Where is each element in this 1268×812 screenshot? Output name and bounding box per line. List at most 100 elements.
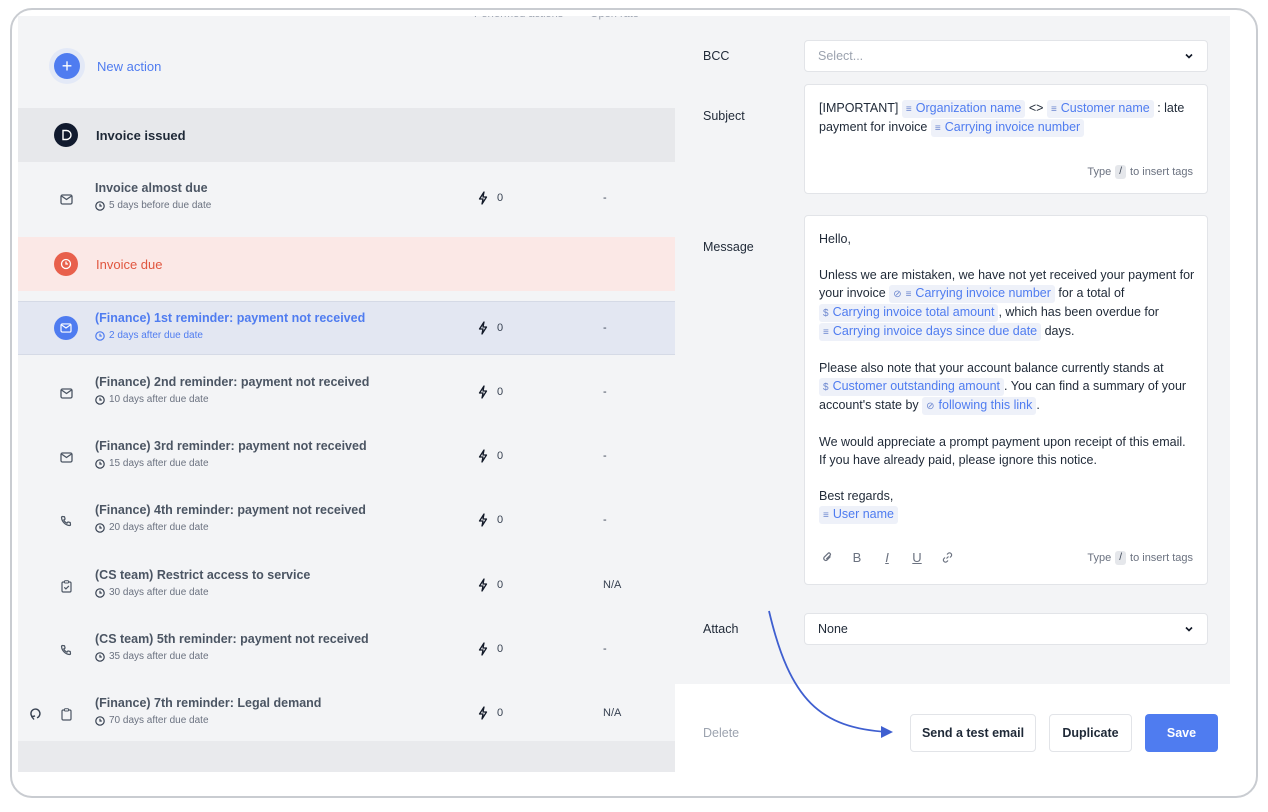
- save-button[interactable]: Save: [1145, 714, 1218, 752]
- performed-count: 0: [497, 707, 504, 719]
- attach-select[interactable]: None: [804, 613, 1208, 645]
- bolt-icon: [478, 449, 488, 463]
- new-action-button[interactable]: + New action: [54, 46, 161, 86]
- new-action-label: New action: [97, 58, 162, 74]
- subject-text: [IMPORTANT]: [819, 101, 899, 115]
- loop-icon[interactable]: [28, 706, 44, 722]
- action-title: (CS team) Restrict access to service: [95, 568, 311, 582]
- action-row[interactable]: Invoice almost due 5 days before due dat…: [18, 172, 675, 226]
- tag-customer-name[interactable]: ≡ Customer name: [1046, 100, 1154, 118]
- message-line: We would appreciate a prompt payment upo…: [819, 435, 1186, 449]
- performed-count: 0: [497, 450, 504, 462]
- action-row[interactable]: (Finance) 3rd reminder: payment not rece…: [18, 430, 675, 484]
- message-line: Please also note that your account balan…: [819, 361, 1164, 375]
- chevron-down-icon: [1185, 53, 1193, 59]
- action-row-selected[interactable]: (Finance) 1st reminder: payment not rece…: [18, 301, 675, 355]
- plus-icon: +: [54, 53, 80, 79]
- clock-icon: [95, 587, 105, 598]
- clock-icon: [95, 458, 105, 469]
- tag-following-this-link[interactable]: ⊘ following this link: [922, 397, 1037, 415]
- open-rate: -: [603, 386, 607, 398]
- tag-user-name[interactable]: ≡ User name: [819, 506, 898, 524]
- attach-label: Attach: [703, 622, 739, 636]
- action-timing: 10 days after due date: [109, 394, 209, 405]
- section-title: Invoice issued: [96, 127, 186, 143]
- bcc-label: BCC: [703, 49, 730, 63]
- timeline-end: [18, 741, 675, 772]
- message-greeting: Hello,: [819, 232, 851, 246]
- message-closing: Best regards,: [819, 489, 894, 503]
- message-editor[interactable]: Hello, Unless we are mistaken, we have n…: [804, 215, 1208, 585]
- insert-tags-hint: Type / to insert tags: [1087, 165, 1193, 179]
- action-row[interactable]: (CS team) 5th reminder: payment not rece…: [18, 623, 675, 677]
- column-header-performed-actions: Performed actions: [474, 16, 563, 24]
- action-row[interactable]: (Finance) 7th reminder: Legal demand 70 …: [18, 687, 675, 741]
- subject-text: : late: [1157, 101, 1185, 115]
- bolt-icon: [478, 385, 488, 399]
- chevron-down-icon: [1185, 626, 1193, 632]
- open-rate: -: [603, 192, 607, 204]
- attach-value: None: [818, 622, 848, 636]
- clock-icon: [95, 522, 105, 533]
- clock-icon: [95, 394, 105, 405]
- open-rate: -: [603, 514, 607, 526]
- tag-carrying-invoice-total-amount[interactable]: $ Carrying invoice total amount: [819, 304, 999, 322]
- tag-customer-outstanding-amount[interactable]: $ Customer outstanding amount: [819, 378, 1005, 396]
- underline-icon[interactable]: U: [909, 549, 925, 565]
- bcc-placeholder: Select...: [818, 49, 864, 63]
- action-title: (CS team) 5th reminder: payment not rece…: [95, 632, 369, 646]
- clock-icon: [95, 200, 105, 211]
- action-timing: 5 days before due date: [109, 200, 212, 211]
- bcc-select[interactable]: Select...: [804, 40, 1208, 72]
- subject-text: <>: [1028, 101, 1044, 115]
- action-title: (Finance) 4th reminder: payment not rece…: [95, 503, 366, 517]
- performed-count: 0: [497, 192, 504, 204]
- document-icon: [54, 123, 78, 147]
- italic-icon[interactable]: I: [879, 549, 895, 565]
- action-title: (Finance) 3rd reminder: payment not rece…: [95, 439, 367, 453]
- performed-count: 0: [497, 322, 504, 334]
- performed-count: 0: [497, 643, 504, 655]
- mail-icon: [54, 316, 78, 340]
- section-invoice-issued[interactable]: Invoice issued: [18, 108, 675, 162]
- delete-button[interactable]: Delete: [703, 726, 739, 740]
- mail-icon: [54, 445, 78, 469]
- performed-count: 0: [497, 579, 504, 591]
- action-row[interactable]: (Finance) 4th reminder: payment not rece…: [18, 494, 675, 548]
- bolt-icon: [478, 513, 488, 527]
- bolt-icon: [478, 321, 488, 335]
- clock-icon: [95, 715, 105, 726]
- section-title: Invoice due: [96, 256, 163, 272]
- action-timing: 70 days after due date: [109, 715, 209, 726]
- action-row[interactable]: (CS team) Restrict access to service 30 …: [18, 559, 675, 613]
- tag-organization-name[interactable]: ≡ Organization name: [901, 100, 1026, 118]
- open-rate: N/A: [603, 579, 622, 591]
- duplicate-button[interactable]: Duplicate: [1049, 714, 1132, 752]
- bolt-icon: [478, 191, 488, 205]
- subject-input[interactable]: [IMPORTANT] ≡ Organization name <> ≡ Custo…: [804, 84, 1208, 194]
- message-line: Unless we are mistaken, we have not yet …: [819, 268, 1195, 282]
- action-title: (Finance) 2nd reminder: payment not rece…: [95, 375, 370, 389]
- link-icon[interactable]: [939, 549, 955, 565]
- send-test-email-button[interactable]: Send a test email: [910, 714, 1036, 752]
- section-invoice-due[interactable]: Invoice due: [18, 237, 675, 291]
- tag-carrying-invoice-number[interactable]: ≡ Carrying invoice number: [930, 119, 1085, 137]
- action-title: (Finance) 7th reminder: Legal demand: [95, 696, 322, 710]
- open-rate: -: [603, 450, 607, 462]
- open-rate: -: [603, 322, 607, 334]
- action-row[interactable]: (Finance) 2nd reminder: payment not rece…: [18, 366, 675, 420]
- open-rate: N/A: [603, 707, 622, 719]
- clock-icon: [95, 651, 105, 662]
- insert-tags-hint: Type / to insert tags: [1087, 551, 1193, 565]
- tag-carrying-invoice-days-since-due-date[interactable]: ≡ Carrying invoice days since due date: [819, 323, 1042, 341]
- phone-icon: [54, 509, 78, 533]
- paperclip-icon[interactable]: [819, 549, 835, 565]
- action-timing: 2 days after due date: [109, 330, 203, 341]
- action-timing: 30 days after due date: [109, 587, 209, 598]
- open-rate: -: [603, 643, 607, 655]
- workflow-timeline-panel: Performed actions Open rate + New action…: [18, 16, 675, 772]
- action-editor-form: BCC Select... Subject [IMPORTANT] ≡ Organ…: [675, 16, 1230, 684]
- tag-carrying-invoice-number[interactable]: ⊘ ≡ Carrying invoice number: [889, 285, 1055, 303]
- bold-icon[interactable]: B: [849, 549, 865, 565]
- mail-icon: [54, 187, 78, 211]
